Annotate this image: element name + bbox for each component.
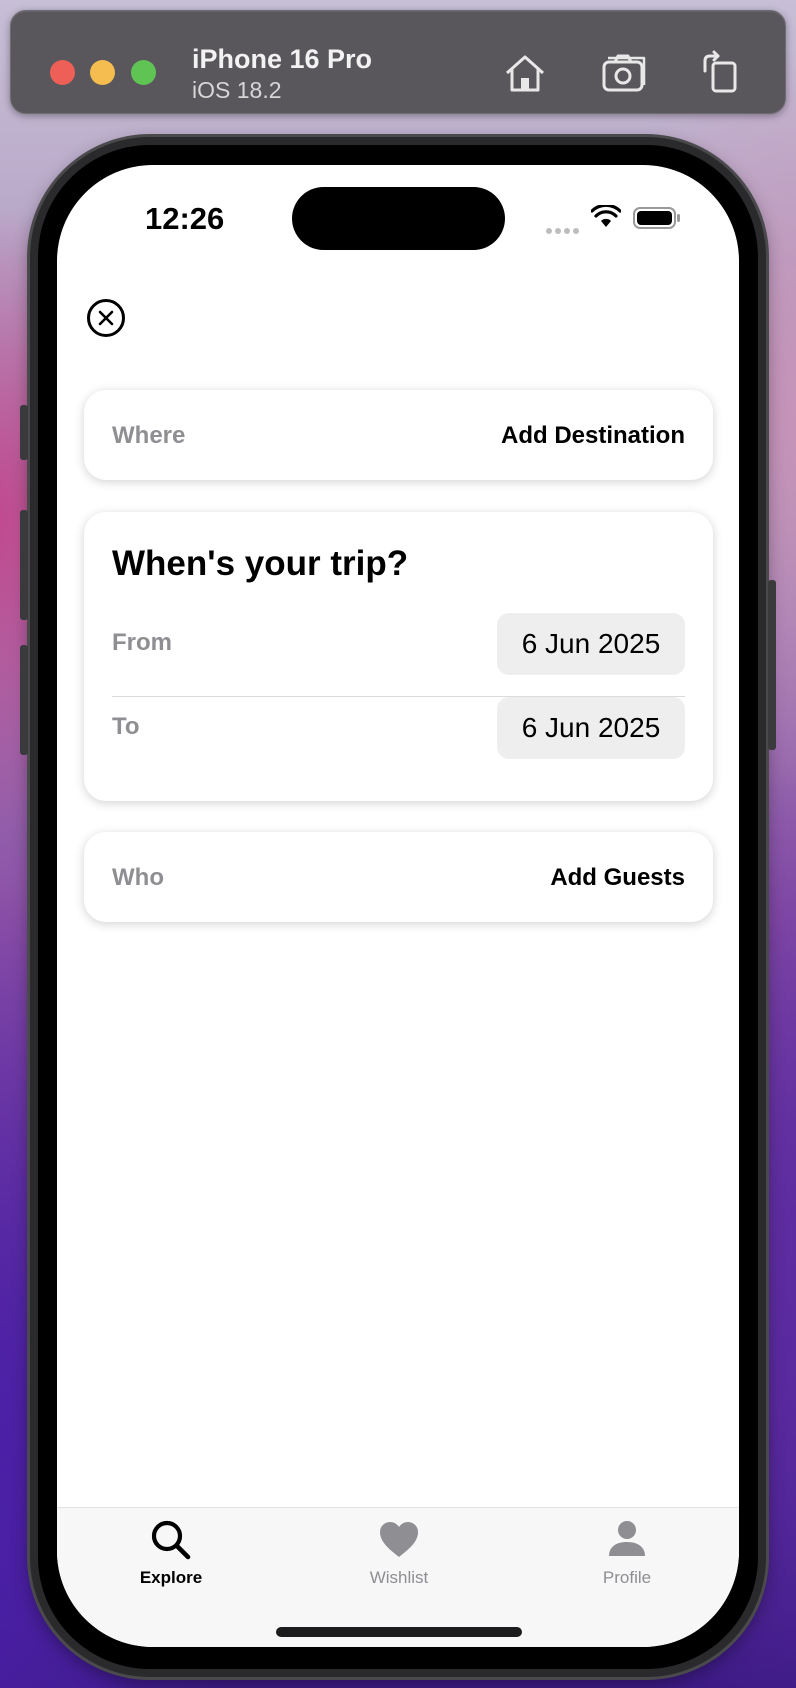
close-window-button[interactable] xyxy=(50,60,75,85)
tab-profile[interactable]: Profile xyxy=(557,1518,697,1588)
app-screen: 12:26 Where Add Destination When's your … xyxy=(57,165,739,1647)
tab-explore[interactable]: Explore xyxy=(101,1518,241,1588)
from-date-picker[interactable]: 6 Jun 2025 xyxy=(497,613,685,675)
wifi-icon xyxy=(591,205,621,227)
simulator-toolbar: iPhone 16 Pro iOS 18.2 xyxy=(10,10,786,114)
from-label: From xyxy=(112,629,172,656)
cellular-signal-icon xyxy=(546,221,582,239)
home-icon[interactable] xyxy=(501,49,549,97)
close-button[interactable] xyxy=(87,299,125,337)
to-label: To xyxy=(112,713,140,740)
zoom-window-button[interactable] xyxy=(131,60,156,85)
os-version: iOS 18.2 xyxy=(192,77,282,103)
volume-down-button xyxy=(20,645,28,755)
volume-up-button xyxy=(20,510,28,620)
action-button xyxy=(20,405,28,460)
tab-bar: Explore Wishlist Profile xyxy=(57,1507,739,1647)
who-label: Who xyxy=(112,864,164,891)
to-date-picker[interactable]: 6 Jun 2025 xyxy=(497,697,685,759)
add-destination-value: Add Destination xyxy=(501,422,685,449)
heart-icon xyxy=(380,1522,418,1557)
where-label: Where xyxy=(112,422,186,449)
when-card: When's your trip? From 6 Jun 2025 To 6 J… xyxy=(84,512,713,801)
tab-wishlist-label: Wishlist xyxy=(369,1568,429,1587)
search-icon xyxy=(151,1520,191,1560)
home-indicator xyxy=(276,1627,522,1637)
side-button xyxy=(768,580,776,750)
person-icon xyxy=(609,1521,645,1556)
close-icon xyxy=(98,310,114,326)
rotate-icon[interactable] xyxy=(696,49,744,97)
status-time: 12:26 xyxy=(145,201,225,236)
dynamic-island xyxy=(292,187,505,250)
add-guests-value: Add Guests xyxy=(550,864,685,891)
where-card[interactable]: Where Add Destination xyxy=(84,390,713,480)
battery-icon xyxy=(633,207,680,229)
tab-wishlist[interactable]: Wishlist xyxy=(329,1518,469,1588)
device-name: iPhone 16 Pro xyxy=(192,44,373,74)
screenshot-icon[interactable] xyxy=(600,49,648,97)
tab-explore-label: Explore xyxy=(139,1568,203,1587)
who-card[interactable]: Who Add Guests xyxy=(84,832,713,922)
tab-profile-label: Profile xyxy=(602,1568,652,1587)
when-title: When's your trip? xyxy=(112,544,409,583)
minimize-window-button[interactable] xyxy=(90,60,115,85)
